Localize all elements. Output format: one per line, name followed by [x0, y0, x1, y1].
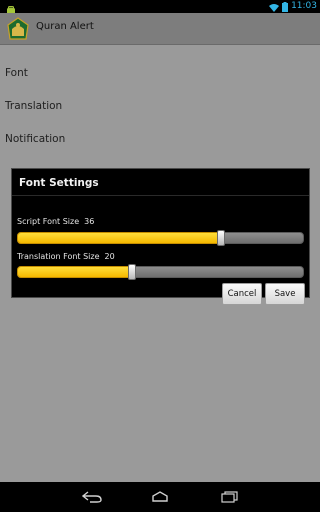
- home-icon[interactable]: [148, 488, 172, 506]
- dialog-title: Font Settings: [19, 177, 99, 189]
- status-bar: 11:03: [0, 0, 320, 15]
- translation-font-size-row: Translation Font Size 20: [17, 252, 115, 261]
- seekbar-fill: [17, 266, 132, 278]
- script-font-size-label: Script Font Size: [17, 217, 80, 226]
- back-icon[interactable]: [80, 488, 104, 506]
- setting-font[interactable]: Font: [5, 67, 28, 79]
- seekbar-thumb[interactable]: [128, 264, 136, 280]
- action-bar: Quran Alert: [0, 13, 320, 45]
- setting-notification[interactable]: Notification: [5, 133, 65, 145]
- translation-font-size-value: 20: [104, 252, 115, 261]
- save-button[interactable]: Save: [265, 283, 305, 305]
- font-settings-dialog: Font Settings Script Font Size 36 Transla…: [11, 168, 310, 305]
- script-font-size-row: Script Font Size 36: [17, 217, 94, 226]
- quran-alert-app-icon[interactable]: [6, 17, 30, 41]
- seekbar-thumb[interactable]: [217, 230, 225, 246]
- seekbar-fill: [17, 232, 221, 244]
- navigation-bar: [0, 482, 320, 512]
- dialog-divider: [12, 195, 309, 196]
- cancel-button[interactable]: Cancel: [222, 283, 262, 305]
- recents-icon[interactable]: [218, 488, 242, 506]
- translation-font-size-label: Translation Font Size: [17, 252, 100, 261]
- clock: 11:03: [291, 1, 317, 11]
- translation-font-size-seekbar[interactable]: [17, 264, 304, 280]
- script-font-size-seekbar[interactable]: [17, 230, 304, 246]
- setting-translation[interactable]: Translation: [5, 100, 62, 112]
- script-font-size-value: 36: [84, 217, 95, 226]
- app-title: Quran Alert: [36, 21, 94, 32]
